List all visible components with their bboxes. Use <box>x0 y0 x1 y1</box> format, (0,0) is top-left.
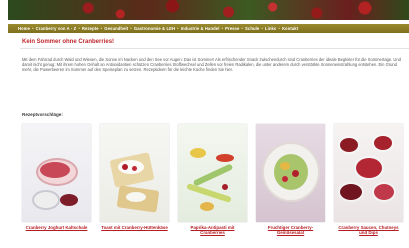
nav-item-industrie[interactable]: Industrie & Handel <box>181 26 220 31</box>
nav-item-cranberry-a-z[interactable]: Cranberry von A - Z <box>36 26 77 31</box>
recipe-card[interactable]: Cranberry Joghurt Kaltschale <box>22 124 91 248</box>
divider <box>20 48 409 49</box>
nav-item-gastronomie[interactable]: Gastronomie & LEH <box>134 26 175 31</box>
recipe-link[interactable]: Fruchtiger Cranberry-Gemüsesalat <box>256 225 325 235</box>
nav-item-kontakt[interactable]: Kontakt <box>282 26 298 31</box>
recipe-photo[interactable] <box>334 124 403 222</box>
recipe-photo[interactable] <box>22 124 91 222</box>
recipe-link[interactable]: Toast mit Cranberry-Hüttenkäse <box>101 225 168 230</box>
recipe-photo[interactable] <box>256 124 325 222</box>
nav-item-links[interactable]: Links <box>265 26 276 31</box>
recipe-photo[interactable] <box>100 124 169 222</box>
recipe-link[interactable]: Cranberry Saucen, Chutneys und Dips <box>334 225 403 235</box>
page-title: Kein Sommer ohne Cranberries! <box>22 39 115 45</box>
recipes-heading: Rezeptvorschläge: <box>22 112 63 117</box>
recipe-card[interactable]: Fruchtiger Cranberry-Gemüsesalat <box>256 124 325 248</box>
recipe-card[interactable]: Cranberry Saucen, Chutneys und Dips <box>334 124 403 248</box>
main-navigation: Home • Cranberry von A - Z • Rezepte • G… <box>8 24 409 33</box>
intro-text: Mit dem Fahrrad durch Wald und Wiesen, d… <box>22 57 401 73</box>
nav-item-home[interactable]: Home <box>18 26 30 31</box>
nav-item-presse[interactable]: Presse <box>225 26 239 31</box>
page: Home • Cranberry von A - Z • Rezepte • G… <box>0 0 409 248</box>
recipe-link[interactable]: Cranberry Joghurt Kaltschale <box>26 225 88 230</box>
recipe-card[interactable]: Paprika-Antipasti mit Cranberries <box>178 124 247 248</box>
nav-item-rezepte[interactable]: Rezepte <box>82 26 99 31</box>
recipe-link[interactable]: Paprika-Antipasti mit Cranberries <box>178 225 247 235</box>
recipe-card[interactable]: Toast mit Cranberry-Hüttenkäse <box>100 124 169 248</box>
recipe-grid: Cranberry Joghurt Kaltschale Toast mit C… <box>22 124 407 248</box>
nav-item-schule[interactable]: Schule <box>245 26 259 31</box>
nav-item-gesundheit[interactable]: Gesundheit <box>104 26 128 31</box>
recipe-photo[interactable] <box>178 124 247 222</box>
header-banner-image <box>8 0 409 20</box>
